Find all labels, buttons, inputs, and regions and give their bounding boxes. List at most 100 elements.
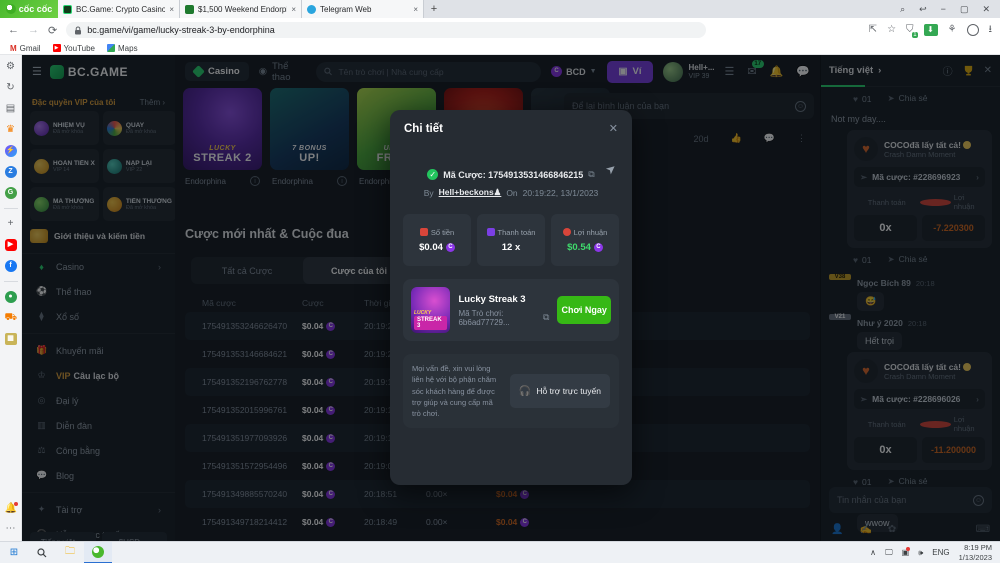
bookmark-maps[interactable]: Maps: [107, 44, 138, 53]
bet-datetime: 20:19:22, 13/1/2023: [523, 188, 599, 198]
copy-icon[interactable]: ⧉: [543, 312, 549, 323]
tab-search-icon[interactable]: ⌕: [900, 4, 905, 15]
tab-title: BC.Game: Crypto Casino Gan: [76, 5, 165, 14]
download-manager-icon[interactable]: ⬇: [924, 24, 938, 36]
forward-button[interactable]: →: [28, 24, 39, 36]
profile-icon[interactable]: [967, 24, 979, 36]
zalo-icon[interactable]: Z: [5, 166, 17, 178]
windows-taskbar: ⊞ 🗀 ∧ 🖵 ▣ 🕪 ENG 8:19 PM 1/13/2023: [0, 541, 1000, 563]
coccoc-side-rail: ⚙ ↻ ▤ ♛ ⚡ Z G + ▶ f ● ⛟ ▦ 🔔 ⋯: [0, 55, 22, 541]
bcgame-page: ☰ BC.GAME Đặc quyền VIP của tôi Thêm › N…: [22, 55, 1000, 541]
news-feed-icon[interactable]: ▤: [5, 103, 17, 115]
tab-endorphina[interactable]: $1,500 Weekend Endorphina ×: [180, 0, 302, 18]
close-modal-icon[interactable]: ✕: [609, 122, 618, 135]
reload-button[interactable]: ⟳: [48, 24, 57, 37]
facebook-shortcut-icon[interactable]: f: [5, 260, 17, 272]
address-bar[interactable]: bc.game/vi/game/lucky-streak-3-by-endorp…: [66, 22, 706, 38]
bookmark-star-icon[interactable]: ☆: [887, 25, 896, 35]
copy-icon[interactable]: ⧉: [588, 169, 594, 180]
tab-telegram[interactable]: Telegram Web ×: [302, 0, 424, 18]
taskbar-coccoc-icon[interactable]: [84, 542, 112, 563]
shield-icon[interactable]: ⛉1: [906, 25, 914, 35]
divider: [4, 208, 18, 209]
system-tray: ∧ 🖵 ▣ 🕪 ENG 8:19 PM 1/13/2023: [870, 543, 1000, 563]
file-explorer-icon[interactable]: 🗀: [56, 542, 84, 563]
rail-bottom: 🔔 ⋯: [5, 503, 17, 535]
clock-time: 8:19 PM: [959, 543, 992, 553]
game-row: LUCKY STREAK 3 Lucky Streak 3 Mã Trò chơ…: [403, 279, 619, 341]
play-now-button[interactable]: Chơi Ngay: [557, 296, 611, 324]
tray-expand-icon[interactable]: ∧: [870, 548, 876, 557]
bookmark-youtube[interactable]: ▶ YouTube: [53, 44, 95, 53]
youtube-icon: ▶: [53, 44, 61, 52]
bookmark-gmail[interactable]: M Gmail: [10, 44, 41, 53]
browser-tab-bar: cốc cốc BC.Game: Crypto Casino Gan × $1,…: [0, 0, 1000, 18]
tab-close-icon[interactable]: ×: [291, 5, 296, 14]
url-text: bc.game/vi/game/lucky-streak-3-by-endorp…: [87, 25, 275, 35]
notification-dot: [14, 502, 18, 506]
bookmarks-bar: M Gmail ▶ YouTube Maps: [0, 42, 1000, 55]
volume-icon[interactable]: 🕪: [918, 548, 923, 558]
taskbar-clock[interactable]: 8:19 PM 1/13/2023: [959, 543, 992, 563]
padlock-icon: [74, 26, 82, 35]
image-shortcut-icon[interactable]: ▦: [5, 333, 17, 345]
games-icon[interactable]: G: [5, 187, 17, 199]
toolbar-icons: ⇱ ☆ ⛉1 ⬇ ⚘ ⭳: [869, 24, 992, 36]
update-tray-icon[interactable]: ▣: [902, 548, 910, 557]
cart-icon[interactable]: ⛟: [5, 312, 17, 324]
tab-close-icon[interactable]: ×: [169, 5, 174, 14]
bookmark-label: Gmail: [20, 44, 41, 53]
coccoc-brand-label: cốc cốc: [19, 4, 53, 14]
crown-icon[interactable]: ♛: [5, 124, 17, 136]
display-tray-icon[interactable]: 🖵: [885, 548, 893, 558]
bookmark-label: Maps: [118, 44, 138, 53]
shield-badge: 1: [912, 32, 917, 38]
taskbar-search-icon[interactable]: [28, 542, 56, 563]
coin-icon: [446, 243, 455, 252]
close-window-button[interactable]: ✕: [982, 4, 990, 15]
bet-details-modal: Chi tiết ✕ ➤ ✓ Mã Cược: 1754913531466846…: [390, 110, 632, 485]
back-button[interactable]: ←: [8, 24, 19, 36]
modal-title: Chi tiết: [404, 123, 443, 135]
game-thumbnail[interactable]: LUCKY STREAK 3: [411, 287, 450, 333]
new-tab-button[interactable]: +: [424, 0, 444, 18]
youtube-shortcut-icon[interactable]: ▶: [5, 239, 17, 251]
game-code: Mã Trò chơi: 6b6ad77729...: [458, 309, 539, 327]
maximize-button[interactable]: ▢: [960, 4, 969, 15]
share-icon[interactable]: ⇱: [869, 25, 877, 35]
minimize-button[interactable]: −: [941, 4, 946, 14]
messenger-icon[interactable]: ⚡: [5, 145, 17, 157]
tab-bcgame[interactable]: BC.Game: Crypto Casino Gan ×: [58, 0, 180, 18]
maps-icon: [107, 44, 115, 52]
settings-gear-icon[interactable]: ⚙: [5, 61, 17, 73]
start-button[interactable]: ⊞: [0, 542, 28, 563]
bcgame-favicon: [63, 5, 72, 14]
downloads-tray-icon[interactable]: ⭳: [989, 25, 993, 35]
bet-author-link[interactable]: Hell+beckons♟: [439, 187, 502, 198]
bet-stats: Số tiền $0.04 Thanh toán 12 x Lợi nhuận …: [403, 214, 619, 266]
more-options-icon[interactable]: ⋯: [5, 523, 17, 535]
screen: cốc cốc BC.Game: Crypto Casino Gan × $1,…: [0, 0, 1000, 563]
profit-icon: [563, 228, 571, 236]
live-support-button[interactable]: 🎧 Hỗ trợ trực tuyến: [510, 374, 610, 408]
extensions-icon[interactable]: ⚘: [948, 25, 957, 35]
window-controls: ⌕ ↩ − ▢ ✕: [900, 0, 1000, 18]
on-label: On: [506, 188, 517, 198]
bet-id-line: ✓ Mã Cược: 1754913531466846215 ⧉: [390, 169, 632, 180]
gmail-icon: M: [10, 44, 17, 53]
headset-icon: 🎧: [519, 386, 531, 397]
stat-payout: Thanh toán 12 x: [477, 214, 545, 266]
browser-toolbar: ← → ⟳ bc.game/vi/game/lucky-streak-3-by-…: [0, 18, 1000, 42]
tab-close-icon[interactable]: ×: [413, 5, 418, 14]
add-shortcut-icon[interactable]: +: [5, 218, 17, 230]
tray-alert-dot: [906, 547, 910, 551]
recent-tabs-icon[interactable]: ↩: [919, 4, 927, 15]
notification-bell-icon[interactable]: 🔔: [5, 503, 17, 515]
history-icon[interactable]: ↻: [5, 82, 17, 94]
shop-shortcut-icon[interactable]: ●: [5, 291, 17, 303]
coin-icon: [594, 243, 603, 252]
coccoc-brand: cốc cốc: [0, 0, 58, 18]
clock-date: 1/13/2023: [959, 553, 992, 563]
language-indicator[interactable]: ENG: [932, 548, 949, 557]
by-label: By: [424, 188, 434, 198]
